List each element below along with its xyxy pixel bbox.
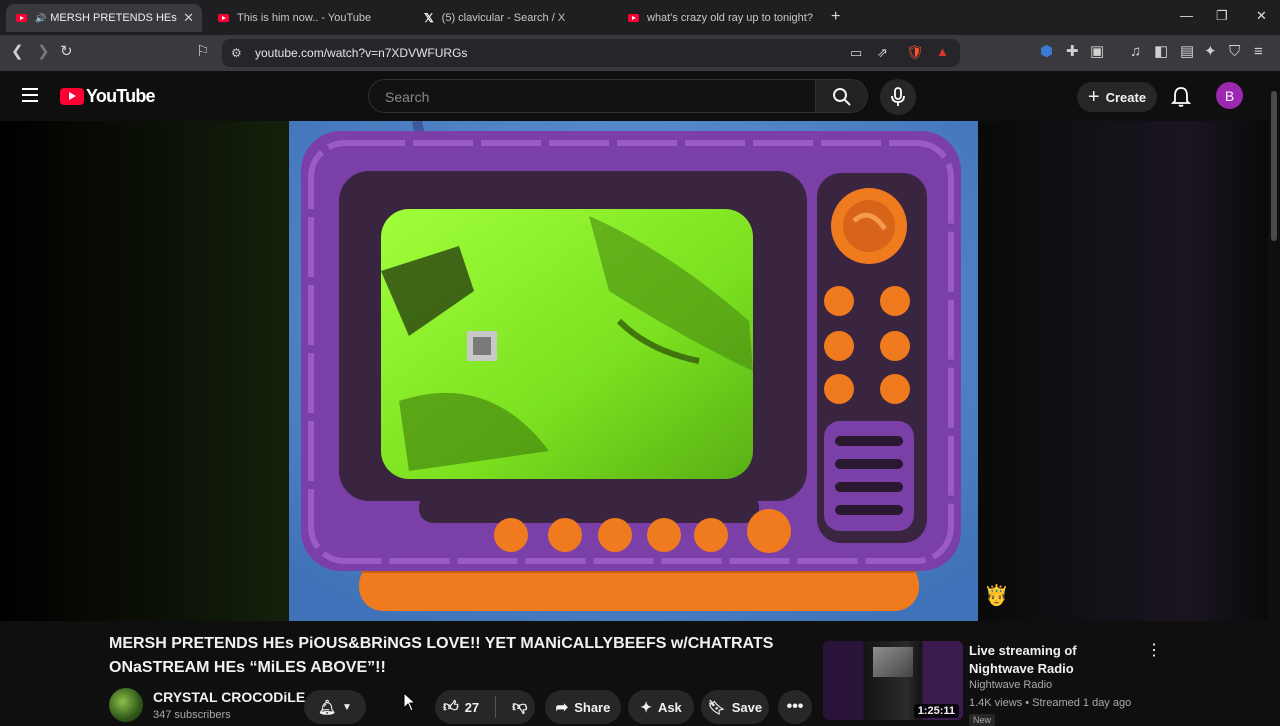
youtube-icon [628,14,639,22]
url-text[interactable]: youtube.com/watch?v=n7XDVWFURGs [255,46,467,60]
browser-tab[interactable]: This is him now.. - YouTube [218,4,408,32]
dislike-button[interactable]: 👎︎ [512,698,527,716]
hamburger-menu-icon[interactable] [22,88,38,102]
like-button[interactable]: 👍︎ 27 [443,698,479,716]
wallet-icon[interactable]: ▤ [1180,43,1194,61]
browser-tab[interactable]: 𝕏 (5) clavicular - Search / X [424,4,614,32]
youtube-header: YouTube + Create B [0,71,1280,121]
share-icon: ➦ [555,699,569,716]
reload-icon[interactable]: ↻ [60,43,73,61]
microphone-icon [891,87,905,106]
sparkle-icon: ✦ [640,698,652,715]
channel-name[interactable]: CRYSTAL CROCODiLE [153,689,305,705]
window-close-icon[interactable]: ✕ [1256,8,1267,24]
address-bar[interactable]: ⚙ youtube.com/watch?v=n7XDVWFURGs ▭ ⇗ 🛡 … [222,39,960,67]
voice-search-button[interactable] [880,79,916,115]
restore-icon[interactable]: ❐ [1216,8,1228,24]
x-icon: 𝕏 [424,11,434,25]
search-input[interactable] [383,88,787,106]
speaker-icon: 🔊 [35,12,47,23]
bookmark-icon[interactable]: ⚐ [196,43,209,61]
search-button[interactable] [816,79,868,113]
ask-label: Ask [657,699,682,715]
clay-tv-artwork [289,121,978,621]
youtube-icon [218,14,229,22]
subscriber-count: 347 subscribers [153,709,231,721]
subscription-bell-button[interactable]: 🔔︎ ▼ [304,690,366,724]
share-label: Share [574,699,611,715]
menu-icon[interactable]: ≡ [1254,43,1263,61]
plus-icon: + [1087,86,1100,108]
mouse-cursor-icon [403,692,417,712]
video-title: MERSH PRETENDS HEs PiOUS&BRiNGS LOVE!! Y… [109,635,774,676]
share-page-icon[interactable]: ⇗ [877,44,888,62]
thumbs-up-icon: 👍︎ [443,698,459,715]
video-frame[interactable] [289,121,978,621]
more-horizontal-icon: ••• [786,698,804,715]
recommendation-thumbnail[interactable]: 1:25:11 [823,641,963,720]
youtube-logo-icon [60,88,84,105]
tab-title: (5) clavicular - Search / X [441,12,566,24]
youtube-icon [16,14,27,22]
new-tab-icon[interactable]: + [831,8,840,26]
like-count: 27 [464,699,480,715]
chevron-down-icon: ▼ [341,701,352,713]
page-scrollbar[interactable] [1268,71,1280,720]
extensions-icon[interactable]: ✚ [1066,43,1079,61]
like-dislike-group: 👍︎ 27 👎︎ [435,690,535,724]
more-actions-button[interactable]: ••• [778,690,812,724]
avatar-letter: B [1224,87,1235,104]
video-duration: 1:25:11 [913,704,959,718]
search-icon [833,88,851,106]
brave-shields-icon[interactable]: 🛡 [906,43,924,61]
recommendation-channel[interactable]: Nightwave Radio [969,679,1052,691]
divider [495,696,497,718]
media-icon[interactable]: ♫ [1130,43,1141,61]
sidebar-icon[interactable]: ◧ [1154,43,1168,61]
cast-icon[interactable]: ▭ [850,44,862,62]
new-badge: New [969,714,996,726]
channel-avatar[interactable] [109,688,143,722]
thumbnail-highlight [873,647,913,677]
browser-tab[interactable]: what's crazy old ray up to tonight? (g [628,4,816,32]
share-button[interactable]: ➦ Share [545,690,621,724]
leo-ai-icon[interactable]: ✦ [1204,43,1217,61]
recommendation-meta: 1.4K views • Streamed 1 day ago [969,697,1132,709]
bookmark-icon: 🔖︎ [707,698,726,715]
back-icon[interactable]: ❮ [11,43,24,61]
tab-title: what's crazy old ray up to tonight? (g [647,12,816,24]
browser-tab-active[interactable]: 🔊 MERSH PRETENDS HEs PiOUS&BRiNGS LOVE!!… [6,4,202,32]
save-label: Save [731,699,763,715]
avatar[interactable]: B [1216,82,1243,109]
save-button[interactable]: 🔖︎ Save [701,690,769,724]
bell-icon: 🔔︎ [318,698,336,715]
create-label: Create [1105,89,1147,105]
forward-icon[interactable]: ❯ [37,43,50,61]
more-vertical-icon[interactable]: ⋮ [1146,642,1162,660]
ask-button[interactable]: ✦ Ask [628,690,694,724]
reader-icon[interactable]: ▣ [1090,43,1104,61]
site-info-icon[interactable]: ⚙ [231,44,242,62]
brave-rewards-icon[interactable]: ▲ [936,43,949,61]
browser-tab-strip: 🔊 MERSH PRETENDS HEs PiOUS&BRiNGS LOVE!!… [0,0,1280,35]
vpn-shield-icon[interactable]: ⛉ [1229,43,1240,61]
thumbs-down-icon: 👎︎ [512,698,528,715]
close-icon[interactable]: ✕ [183,10,194,26]
vpn-icon[interactable]: ⬢ [1040,43,1053,61]
create-button[interactable]: + Create [1077,82,1157,112]
browser-toolbar: ❮ ❯ ↻ ⚐ ⚙ youtube.com/watch?v=n7XDVWFURG… [0,35,1280,71]
tab-title: MERSH PRETENDS HEs PiOUS&BRiNGS LOVE!! Y… [50,12,180,24]
small-sticker-image: 🤴 [984,585,1009,607]
scrollbar-thumb[interactable] [1271,91,1277,241]
video-player[interactable]: 🤴 [0,121,1268,621]
tab-title: This is him now.. - YouTube [237,12,372,24]
recommendation-title[interactable]: Live streaming of Nightwave Radio [969,642,1139,678]
notifications-bell-icon[interactable] [1171,86,1191,108]
youtube-logo[interactable]: YouTube [60,86,156,107]
youtube-logo-text: YouTube [86,86,156,106]
minimize-icon[interactable]: — [1180,8,1193,23]
search-box[interactable] [368,79,816,113]
